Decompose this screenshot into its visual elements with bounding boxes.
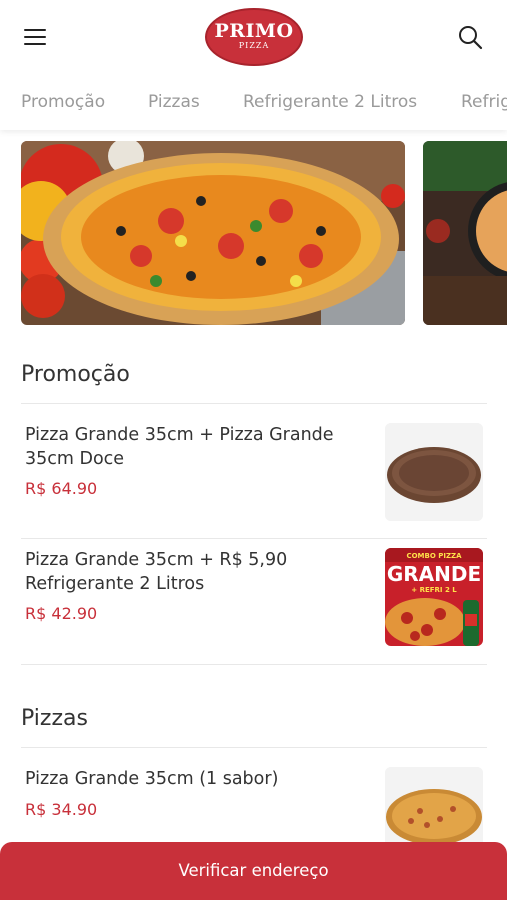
item-name: Pizza Grande 35cm (1 sabor)	[25, 769, 279, 789]
item-price: R$ 64.90	[25, 479, 98, 498]
item-price: R$ 42.90	[25, 604, 98, 623]
app-header: PRIMO PIZZA Promoção Pizzas Refrigerante…	[0, 0, 507, 130]
menu-item[interactable]: Pizza Grande 35cm + Pizza Grande 35cm Do…	[21, 423, 487, 523]
search-icon[interactable]	[455, 22, 487, 54]
item-name: Pizza Grande 35cm + Pizza Grande 35cm Do…	[25, 425, 334, 469]
pizza-banner-image	[21, 141, 405, 325]
pizza-banner-image-2	[423, 141, 507, 325]
tab-promocao[interactable]: Promoção	[21, 88, 105, 116]
brand-logo[interactable]: PRIMO PIZZA	[205, 8, 303, 66]
section-divider	[21, 403, 487, 404]
item-image: COMBO PIZZA GRANDE + REFRI 2 L	[385, 548, 483, 646]
promo-banner[interactable]	[21, 141, 405, 325]
item-image	[385, 423, 483, 521]
combo-main-text: GRANDE	[387, 562, 481, 586]
combo-top-text: COMBO PIZZA	[406, 552, 462, 560]
item-name: Pizza Grande 35cm + R$ 5,90 Refrigerante…	[25, 550, 288, 594]
tab-refrigerante-2-litros[interactable]: Refrigerante 2 Litros	[243, 88, 417, 116]
logo-sub-text: PIZZA	[238, 41, 270, 50]
tab-refrigerante-partial[interactable]: Refrig	[461, 88, 507, 116]
tab-pizzas[interactable]: Pizzas	[148, 88, 200, 116]
section-divider	[21, 747, 487, 748]
promo-banner-2[interactable]	[423, 141, 507, 325]
logo-main-text: PRIMO	[214, 20, 294, 42]
item-divider	[21, 664, 487, 665]
combo-sub-text: + REFRI 2 L	[411, 586, 457, 594]
category-tabs: Promoção Pizzas Refrigerante 2 Litros Re…	[0, 88, 507, 118]
verify-address-button[interactable]: Verificar endereço	[0, 842, 507, 900]
section-title-promocao: Promoção	[21, 362, 130, 387]
item-price: R$ 34.90	[25, 800, 98, 819]
item-divider	[21, 538, 487, 539]
hamburger-menu-icon[interactable]	[18, 22, 52, 52]
section-title-pizzas: Pizzas	[21, 706, 88, 731]
menu-item[interactable]: Pizza Grande 35cm + R$ 5,90 Refrigerante…	[21, 548, 487, 648]
